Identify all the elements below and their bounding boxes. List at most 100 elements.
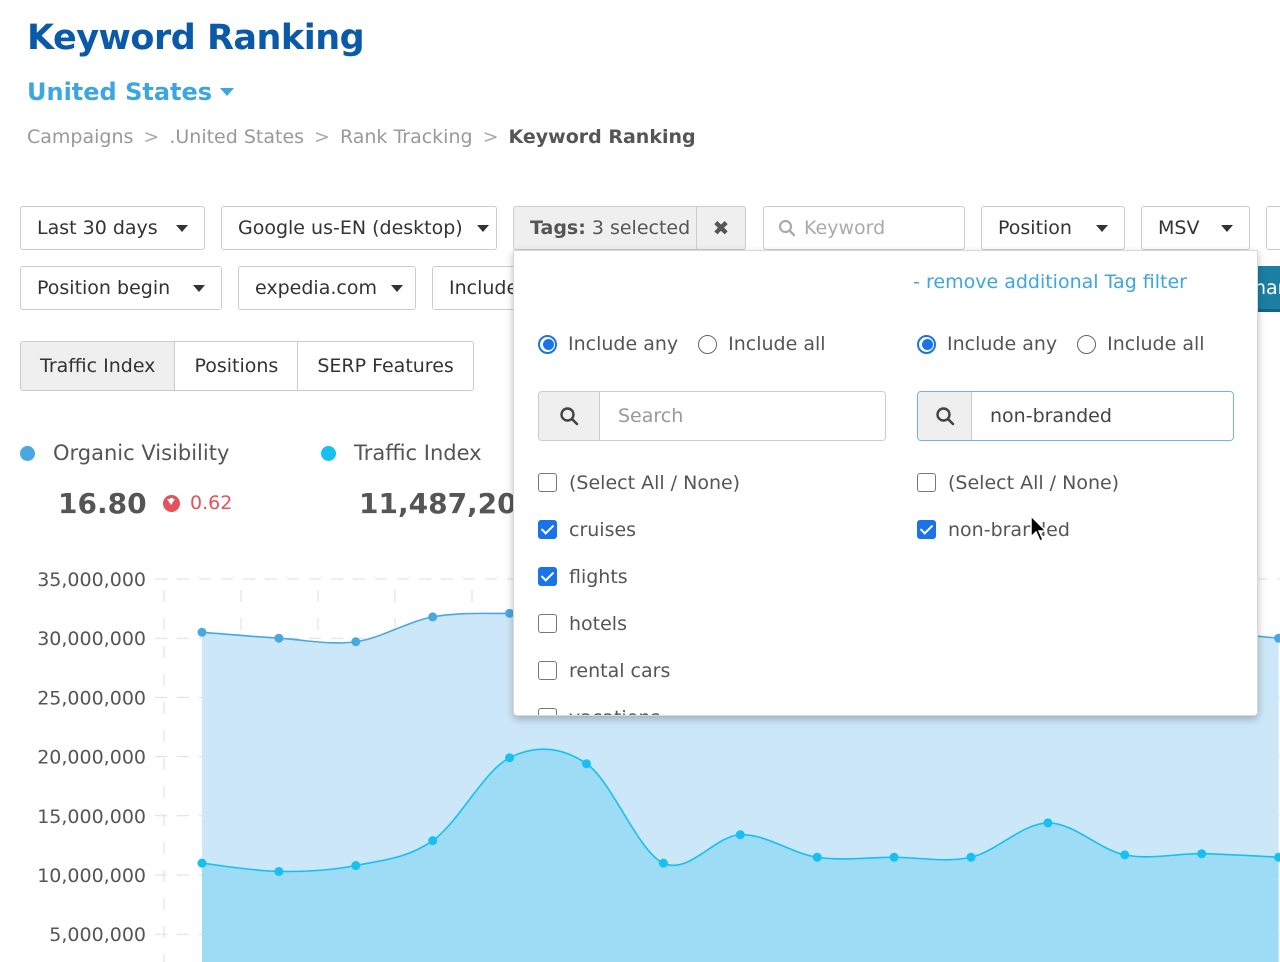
- y-tick-label: 20,000,000: [37, 747, 146, 769]
- item-label: vacations: [569, 707, 660, 716]
- checkbox-empty-icon: [538, 661, 557, 680]
- position-begin-dropdown[interactable]: Position begin: [20, 266, 222, 310]
- country-label: United States: [27, 78, 213, 106]
- y-tick-label: 35,000,000: [37, 569, 146, 591]
- data-point: [351, 861, 361, 871]
- y-tick-label: 10,000,000: [37, 865, 146, 887]
- tag-search-input[interactable]: [972, 392, 1233, 440]
- tag-filter-popup: - remove additional Tag filter Include a…: [513, 250, 1258, 716]
- tag-item-cruises[interactable]: cruises: [538, 506, 740, 553]
- breadcrumb-country[interactable]: .United States: [169, 126, 304, 148]
- match-mode-radios: Include any Include all: [917, 333, 1205, 355]
- radio-empty-icon: [698, 334, 718, 354]
- mouse-pointer-icon: [1030, 515, 1048, 543]
- data-point: [197, 858, 207, 868]
- search-icon: [778, 219, 796, 237]
- msv-value: MSV: [1158, 217, 1200, 239]
- data-point: [351, 637, 361, 647]
- tag-item-vacations[interactable]: vacations: [538, 694, 740, 716]
- domain-dropdown[interactable]: expedia.com: [238, 266, 416, 310]
- remove-tag-filter-link[interactable]: - remove additional Tag filter: [913, 271, 1187, 293]
- tags-value: 3 selected: [591, 217, 691, 239]
- breadcrumb-current: Keyword Ranking: [508, 126, 696, 148]
- breadcrumb-separator: >: [143, 126, 160, 148]
- chevron-down-icon: [390, 284, 403, 292]
- data-point: [582, 759, 591, 769]
- date-range-dropdown[interactable]: Last 30 days: [20, 206, 205, 250]
- data-point: [735, 830, 745, 840]
- data-point: [1197, 849, 1207, 859]
- include-any-radio[interactable]: Include any: [917, 333, 1057, 355]
- include-all-radio[interactable]: Include all: [1077, 333, 1205, 355]
- tags-filter[interactable]: Tags: 3 selected ✖: [513, 206, 746, 250]
- msv-dropdown[interactable]: MSV: [1141, 206, 1250, 250]
- breadcrumb-rank-tracking[interactable]: Rank Tracking: [340, 126, 473, 148]
- radio-empty-icon: [1077, 334, 1097, 354]
- more-filter-dropdown[interactable]: [1266, 206, 1280, 250]
- chevron-down-icon: [193, 284, 205, 292]
- organic-visibility-legend[interactable]: Organic Visibility: [20, 441, 229, 465]
- chevron-down-icon: [1221, 224, 1233, 232]
- include-value: Include: [449, 277, 519, 299]
- engine-value: Google us-EN (desktop): [238, 217, 463, 239]
- data-point: [428, 836, 438, 846]
- traffic-index-legend[interactable]: Traffic Index: [321, 441, 482, 465]
- tag-list: (Select All / None) non-branded: [917, 459, 1119, 553]
- include-any-radio[interactable]: Include any: [538, 333, 678, 355]
- radio-label: Include all: [728, 333, 826, 355]
- close-icon[interactable]: ✖: [697, 207, 745, 249]
- y-tick-label: 30,000,000: [37, 628, 146, 650]
- tag-search-group: [538, 391, 886, 441]
- tag-search-input[interactable]: [600, 392, 885, 440]
- data-point: [428, 612, 438, 622]
- tab-positions[interactable]: Positions: [174, 341, 299, 391]
- country-selector[interactable]: United States: [27, 78, 235, 106]
- search-icon: [539, 392, 600, 440]
- organic-visibility-label: Organic Visibility: [53, 441, 230, 465]
- select-all-checkbox[interactable]: (Select All / None): [538, 459, 740, 506]
- item-label: (Select All / None): [569, 471, 741, 494]
- checkbox-empty-icon: [917, 473, 936, 492]
- data-point: [274, 866, 284, 876]
- chevron-down-icon: [1096, 224, 1108, 232]
- tags-filter-toggle[interactable]: Tags: 3 selected: [514, 207, 697, 249]
- checkbox-checked-icon: [917, 520, 936, 539]
- checkbox-empty-icon: [538, 473, 557, 492]
- data-point: [1043, 818, 1053, 828]
- data-point: [505, 753, 515, 763]
- item-label: rental cars: [569, 659, 671, 682]
- legend-dot-icon: [321, 445, 336, 461]
- match-mode-radios: Include any Include all: [538, 333, 826, 355]
- arrow-down-circle-icon: [163, 494, 180, 512]
- tag-item-hotels[interactable]: hotels: [538, 600, 740, 647]
- traffic-index-label: Traffic Index: [354, 441, 482, 465]
- data-point: [658, 858, 668, 868]
- keyword-search[interactable]: [763, 206, 965, 250]
- view-tabs: Traffic Index Positions SERP Features: [20, 341, 474, 391]
- item-label: flights: [569, 565, 628, 588]
- position-begin-value: Position begin: [37, 277, 171, 299]
- tag-item-non-branded[interactable]: non-branded: [917, 506, 1119, 553]
- breadcrumb-campaigns[interactable]: Campaigns: [27, 126, 133, 148]
- tag-item-rental-cars[interactable]: rental cars: [538, 647, 740, 694]
- tag-item-flights[interactable]: flights: [538, 553, 740, 600]
- date-range-value: Last 30 days: [37, 217, 158, 239]
- y-tick-label: 25,000,000: [37, 687, 146, 709]
- breadcrumb-separator: >: [314, 126, 330, 148]
- position-dropdown[interactable]: Position: [981, 206, 1125, 250]
- data-point: [1120, 850, 1130, 860]
- tab-serp-features[interactable]: SERP Features: [297, 341, 474, 391]
- chevron-down-icon: [220, 88, 235, 96]
- data-point: [889, 852, 899, 862]
- engine-dropdown[interactable]: Google us-EN (desktop): [221, 206, 497, 250]
- radio-selected-icon: [538, 334, 557, 354]
- checkbox-checked-icon: [538, 567, 557, 586]
- keyword-input[interactable]: [804, 217, 954, 239]
- include-all-radio[interactable]: Include all: [698, 333, 826, 355]
- traffic-index-value: 11,487,200: [359, 487, 537, 520]
- select-all-checkbox[interactable]: (Select All / None): [917, 459, 1119, 506]
- y-tick-label: 5,000,000: [49, 924, 146, 946]
- tab-traffic-index[interactable]: Traffic Index: [20, 341, 176, 391]
- breadcrumb-separator: >: [482, 126, 499, 148]
- data-point: [966, 852, 976, 862]
